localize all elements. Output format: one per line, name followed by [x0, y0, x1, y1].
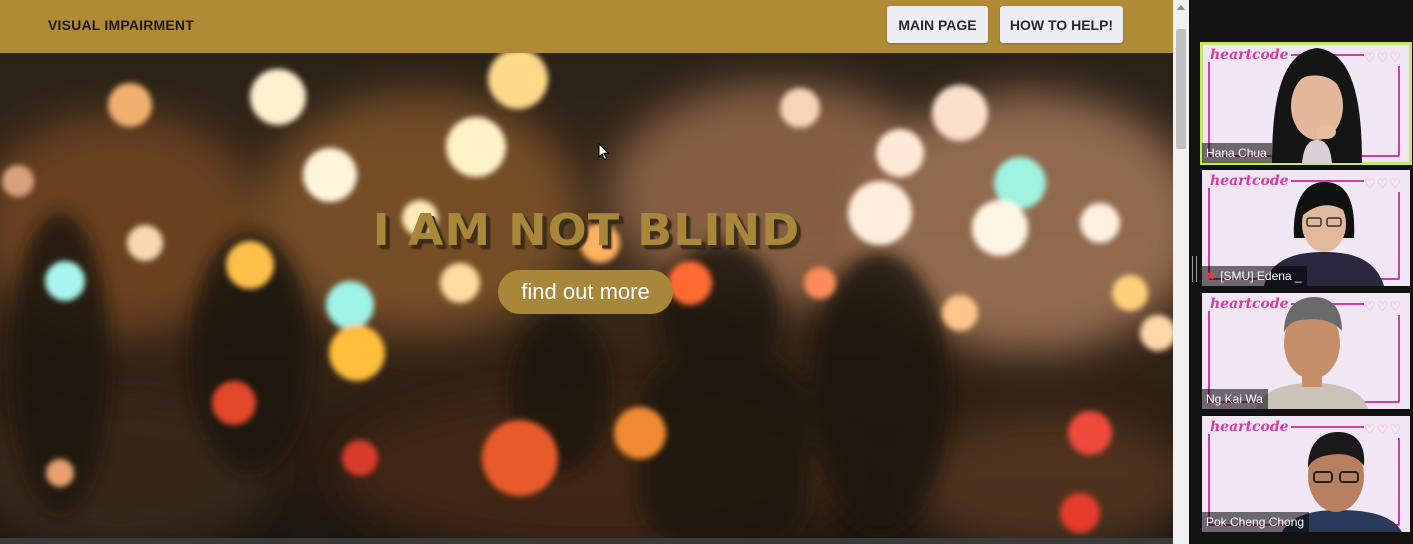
how-to-help-button[interactable]: HOW TO HELP!: [1000, 6, 1123, 43]
participant-video: [1272, 48, 1362, 163]
participant-tile-hana-chua[interactable]: heartcode ♡♡♡ Hana Chua: [1200, 42, 1412, 165]
hero-headline: I AM NOT BLIND: [372, 204, 801, 256]
shared-webpage: VISUAL IMPAIRMENT MAIN PAGE HOW TO HELP!: [0, 0, 1173, 544]
heartcode-logo: heartcode: [1208, 419, 1291, 435]
participant-name: [SMU] Edena _: [1220, 269, 1302, 283]
scrollbar-thumb[interactable]: [1176, 29, 1186, 149]
navbar: VISUAL IMPAIRMENT MAIN PAGE HOW TO HELP!: [0, 0, 1173, 53]
mic-muted-icon: ✖: [1206, 270, 1216, 283]
pointer-cursor-icon: [598, 143, 610, 161]
participant-tile-ng-kai-wa[interactable]: heartcode ♡♡♡ Ng Kai Wa: [1202, 293, 1410, 409]
find-out-more-button[interactable]: find out more: [498, 270, 673, 314]
participant-tile-edena[interactable]: heartcode ♡♡♡ ✖ [SMU] Edena _: [1202, 170, 1410, 286]
hero-section: I AM NOT BLIND find out more: [0, 53, 1173, 544]
participant-name-label: ✖ [SMU] Edena _: [1202, 266, 1307, 286]
meeting-participants-panel: heartcode ♡♡♡ Hana Chua heartcode ♡♡♡ ✖ …: [1189, 0, 1413, 544]
scroll-up-arrow-icon[interactable]: [1177, 5, 1185, 10]
participant-video: [1256, 297, 1368, 409]
site-title: VISUAL IMPAIRMENT: [48, 17, 194, 33]
participant-name: Pok Cheng Chong: [1206, 515, 1305, 529]
panel-resize-handle[interactable]: [1192, 256, 1197, 282]
participant-name-label: Pok Cheng Chong: [1202, 512, 1310, 532]
participant-name-label: Ng Kai Wa: [1202, 389, 1268, 409]
page-bottom-edge: [0, 538, 1173, 544]
participant-tile-pok-cheng-chong[interactable]: heartcode ♡♡♡ Pok Cheng Chong: [1202, 416, 1410, 532]
participant-name: Ng Kai Wa: [1206, 392, 1263, 406]
vertical-scrollbar[interactable]: [1173, 0, 1189, 544]
participant-name-label: Hana Chua: [1202, 143, 1272, 163]
main-page-button[interactable]: MAIN PAGE: [887, 6, 988, 43]
participant-name: Hana Chua: [1206, 146, 1267, 160]
